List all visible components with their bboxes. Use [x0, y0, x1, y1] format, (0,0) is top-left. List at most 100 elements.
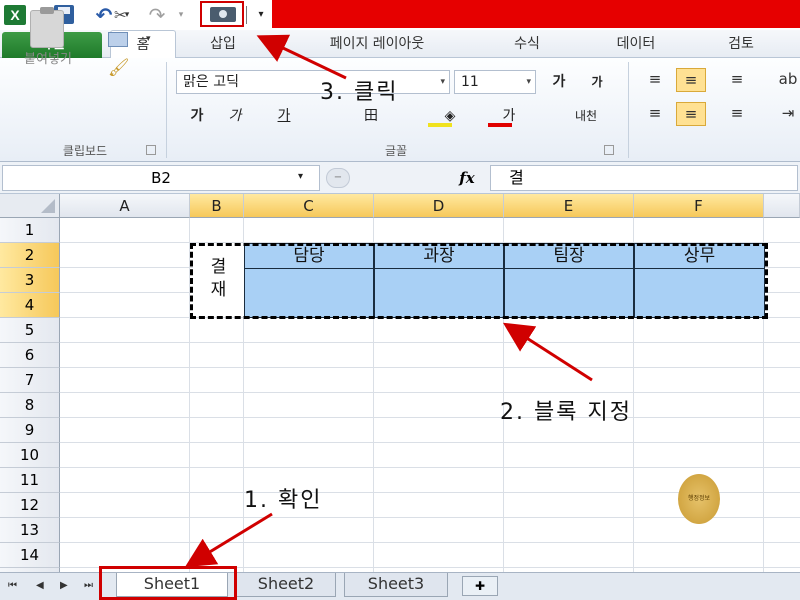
row-header-14[interactable]: 14 [0, 543, 60, 568]
fill-color-button[interactable]: ◈ [422, 104, 478, 128]
format-painter-icon[interactable]: 🖌 [108, 58, 130, 78]
shrink-font-button[interactable]: 가 [584, 70, 610, 94]
paste-button-label[interactable]: 붙여넣기 [10, 48, 86, 67]
bold-button[interactable]: 가 [184, 104, 210, 128]
orientation-button[interactable]: ab [776, 68, 800, 92]
align-center-button[interactable]: ≡ [676, 102, 706, 126]
grow-font-button[interactable]: 가 [546, 70, 572, 94]
row-header-11[interactable]: 11 [0, 468, 60, 493]
fill-bucket-icon: ◈ [444, 108, 456, 124]
align-middle-button[interactable]: ≡ [676, 68, 706, 92]
row-header-2[interactable]: 2 [0, 243, 60, 268]
callout-box-sheet1 [99, 566, 237, 600]
qat-separator [246, 6, 247, 24]
chevron-down-icon[interactable]: ▾ [298, 171, 303, 182]
grid-row-line [60, 392, 800, 393]
camera-button[interactable] [200, 1, 244, 27]
row-header-8[interactable]: 8 [0, 393, 60, 418]
row-header-6[interactable]: 6 [0, 343, 60, 368]
selection-range-marquee [190, 243, 768, 319]
font-size-value: 11 [461, 74, 479, 90]
row-header-1[interactable]: 1 [0, 218, 60, 243]
prev-sheet-icon[interactable]: ◀ [36, 580, 44, 591]
watermark-seal: 행정정보 [678, 474, 720, 524]
row-header-10[interactable]: 10 [0, 443, 60, 468]
annotation-step2: 2. 블록 지정 [500, 400, 632, 425]
column-header-a[interactable]: A [60, 194, 190, 218]
last-sheet-icon[interactable]: ⏭ [84, 580, 93, 591]
row-header-13[interactable]: 13 [0, 518, 60, 543]
column-header-next[interactable] [764, 194, 800, 218]
formula-bar-splitter[interactable]: − [326, 168, 350, 188]
font-group-label: 글꼴 [384, 144, 408, 158]
tab-review[interactable]: 검토 [708, 30, 774, 58]
grid-row-line [60, 442, 800, 443]
column-header-f[interactable]: F [634, 194, 764, 218]
cut-icon[interactable]: ✂ [114, 6, 127, 24]
align-right-button[interactable]: ≡ [722, 102, 752, 126]
column-header-e[interactable]: E [504, 194, 634, 218]
row-header-4[interactable]: 4 [0, 293, 60, 318]
copy-icon[interactable] [108, 32, 128, 47]
redo-dropdown-icon[interactable]: ▾ [176, 5, 186, 25]
excel-logo-icon: X [4, 5, 26, 25]
align-bottom-button[interactable]: ≡ [722, 68, 752, 92]
tab-insert[interactable]: 삽입 [190, 30, 256, 58]
undo-icon[interactable]: ↶ [92, 5, 116, 25]
font-size-select[interactable]: 11 ▾ [454, 70, 536, 94]
annotation-step1: 1. 확인 [244, 488, 323, 513]
sheet-tab-sheet2[interactable]: Sheet2 [236, 573, 336, 597]
align-top-button[interactable]: ≡ [640, 68, 670, 92]
sheet-tab-sheet3[interactable]: Sheet3 [344, 573, 448, 597]
name-box[interactable]: B2 [2, 165, 320, 191]
formula-input[interactable]: 결 [490, 165, 798, 191]
grid-row-line [60, 417, 800, 418]
row-header-12[interactable]: 12 [0, 493, 60, 518]
column-header-d[interactable]: D [374, 194, 504, 218]
phonetic-guide-button[interactable]: 내천 [556, 104, 616, 128]
title-bar [272, 0, 800, 28]
column-header-c[interactable]: C [244, 194, 374, 218]
row-header-3[interactable]: 3 [0, 268, 60, 293]
camera-icon [210, 7, 236, 22]
fill-color-swatch [428, 123, 452, 127]
tab-data[interactable]: 데이터 [596, 30, 676, 58]
clipboard-group-label: 클립보드 [62, 144, 108, 158]
copy-dropdown-icon[interactable]: ▾ [146, 34, 151, 44]
font-launcher-icon[interactable] [604, 145, 614, 155]
italic-button[interactable]: 가 [222, 104, 248, 128]
annotation-step3: 3. 클릭 [320, 80, 399, 105]
font-name-value: 맑은 고딕 [183, 74, 239, 90]
font-color-swatch [488, 123, 512, 127]
select-all-corner[interactable] [0, 194, 60, 218]
row-header-7[interactable]: 7 [0, 368, 60, 393]
font-color-button[interactable]: 가 [484, 104, 534, 128]
border-button[interactable]: 田 [344, 104, 398, 128]
row-header-9[interactable]: 9 [0, 418, 60, 443]
font-color-label: 가 [502, 108, 516, 124]
customize-qat-icon[interactable]: ▾ [254, 5, 268, 25]
indent-button[interactable]: ⇥ [776, 102, 800, 126]
first-sheet-icon[interactable]: ⏮ [8, 580, 17, 591]
align-left-button[interactable]: ≡ [640, 102, 670, 126]
tab-formulas[interactable]: 수식 [494, 30, 560, 58]
grid-row-line [60, 367, 800, 368]
row-header-5[interactable]: 5 [0, 318, 60, 343]
formula-bar: B2 ▾ − fx 결 [0, 162, 800, 194]
next-sheet-icon[interactable]: ▶ [60, 580, 68, 591]
chevron-down-icon: ▾ [440, 77, 445, 87]
font-name-select[interactable]: 맑은 고딕 ▾ [176, 70, 450, 94]
insert-function-button[interactable]: fx [452, 166, 482, 190]
grid-row-line [60, 342, 800, 343]
tab-page-layout[interactable]: 페이지 레이아웃 [292, 30, 462, 58]
group-divider [628, 62, 629, 158]
grid-row-line [60, 542, 800, 543]
column-header-b[interactable]: B [190, 194, 244, 218]
clipboard-launcher-icon[interactable] [146, 145, 156, 155]
underline-button[interactable]: 가 [264, 104, 304, 128]
redo-icon[interactable]: ↷ [146, 5, 168, 25]
insert-sheet-button[interactable]: ✚ [462, 576, 498, 596]
paste-icon[interactable] [30, 7, 64, 48]
grid-row-line [60, 467, 800, 468]
chevron-down-icon: ▾ [526, 77, 531, 87]
